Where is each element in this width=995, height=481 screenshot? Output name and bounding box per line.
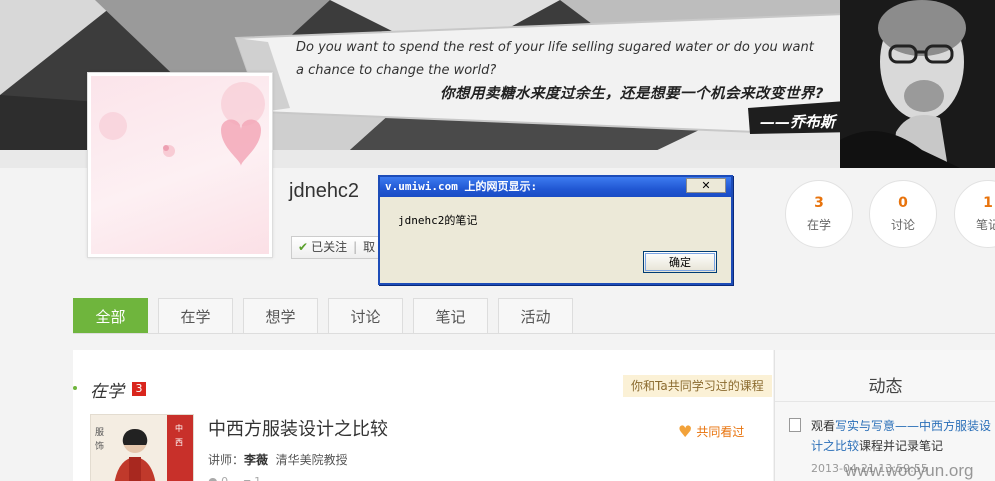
quote-chinese: 你想用卖糖水来度过余生，还是想要一个机会来改变世界? xyxy=(440,86,824,102)
note-doc-icon xyxy=(789,418,801,432)
watermark: www.wooyun.org xyxy=(845,461,974,480)
dialog-close-button[interactable]: ✕ xyxy=(686,178,726,193)
stat-learning[interactable]: 3 在学 xyxy=(785,180,853,248)
avatar-image xyxy=(91,76,269,254)
activity-title: 动态 xyxy=(775,372,995,402)
heart-icon: ♥ xyxy=(678,422,693,441)
check-icon: ✔ xyxy=(298,240,309,254)
profile-username: jdnehc2 xyxy=(289,180,360,202)
activity-item: 观看写实与写意——中西方服装设计之比较课程并记录笔记 xyxy=(789,416,995,456)
tab-want-to-learn[interactable]: 想学 xyxy=(243,298,318,334)
follow-label: 已关注 xyxy=(311,240,348,254)
stat-learning-label: 在学 xyxy=(806,218,831,232)
tab-activity[interactable]: 活动 xyxy=(498,298,573,334)
dialog-title: v.umiwi.com 上的网页显示: xyxy=(385,180,538,193)
unfollow-label[interactable]: 取 xyxy=(363,237,375,258)
viewer-count: 0 xyxy=(221,475,228,481)
co-watched-indicator: ♥ 共同看过 xyxy=(678,422,744,441)
section-title: 在学 xyxy=(90,382,124,402)
course-title[interactable]: 中西方服装设计之比较 xyxy=(208,415,388,441)
svg-text:饰: 饰 xyxy=(95,440,104,452)
svg-text:中: 中 xyxy=(175,423,183,433)
tab-discussion[interactable]: 讨论 xyxy=(328,298,403,334)
section-bullet xyxy=(73,386,77,390)
teacher-org: 清华美院教授 xyxy=(275,453,348,467)
svg-text:服: 服 xyxy=(95,427,104,438)
quote-english: Do you want to spend the rest of your li… xyxy=(296,40,814,78)
tab-learning[interactable]: 在学 xyxy=(158,298,233,334)
dialog-titlebar[interactable]: v.umiwi.com 上的网页显示: ✕ xyxy=(380,177,731,197)
course-thumbnail[interactable]: 服 饰 中 西 xyxy=(90,414,194,481)
alert-dialog: v.umiwi.com 上的网页显示: ✕ jdnehc2的笔记 确定 xyxy=(378,175,733,285)
stat-discussion[interactable]: 0 讨论 xyxy=(869,180,937,248)
co-watched-label: 共同看过 xyxy=(696,425,745,439)
viewer-icon: ● xyxy=(208,475,218,481)
jobs-portrait xyxy=(840,0,995,168)
stat-notes-label: 笔记 xyxy=(975,218,995,232)
tab-notes[interactable]: 笔记 xyxy=(413,298,488,334)
dialog-ok-button[interactable]: 确定 xyxy=(643,251,717,273)
profile-tabs: 全部 在学 想学 讨论 笔记 活动 xyxy=(73,298,583,334)
section-count-badge: 3 xyxy=(132,382,146,396)
tab-all[interactable]: 全部 xyxy=(73,298,148,334)
comment-icon: ▰ xyxy=(242,475,250,481)
stat-discussion-label: 讨论 xyxy=(890,218,915,232)
course-item[interactable]: 服 饰 中 西 中西方服装设计之比较 讲师：李薇 清华美院教授 ♥ 共同看过 ●… xyxy=(90,414,762,481)
teacher-label: 讲师： xyxy=(208,453,245,467)
course-meta: ● 0 ▰ 1 xyxy=(208,475,261,481)
stat-notes[interactable]: 1 笔记 xyxy=(954,180,995,248)
dialog-message: jdnehc2的笔记 xyxy=(398,214,478,227)
lecturer-thumbnail-image: 服 饰 中 西 xyxy=(91,415,193,481)
user-avatar[interactable] xyxy=(87,72,273,258)
stat-notes-count: 1 xyxy=(983,195,993,211)
quote-author: ——乔布斯 xyxy=(760,113,836,131)
heart-bubbles-graphic xyxy=(99,82,265,166)
svg-text:西: 西 xyxy=(175,438,183,447)
activity-text: 观看写实与写意——中西方服装设计之比较课程并记录笔记 xyxy=(811,416,995,456)
teacher-name[interactable]: 李薇 xyxy=(244,453,268,467)
comment-count: 1 xyxy=(254,475,261,481)
stat-discussion-count: 0 xyxy=(898,195,908,211)
activity-suffix: 课程并记录笔记 xyxy=(859,439,944,453)
activity-prefix: 观看 xyxy=(811,419,836,433)
stat-learning-count: 3 xyxy=(814,195,824,211)
shared-courses-tag[interactable]: 你和Ta共同学习过的课程 xyxy=(623,375,772,397)
tabs-divider xyxy=(73,333,995,334)
follow-separator: | xyxy=(353,240,358,254)
main-content: 在学 3 你和Ta共同学习过的课程 服 饰 中 西 中西方服装设计之比较 讲师：… xyxy=(73,350,773,481)
course-teacher: 讲师：李薇 清华美院教授 xyxy=(208,451,348,468)
